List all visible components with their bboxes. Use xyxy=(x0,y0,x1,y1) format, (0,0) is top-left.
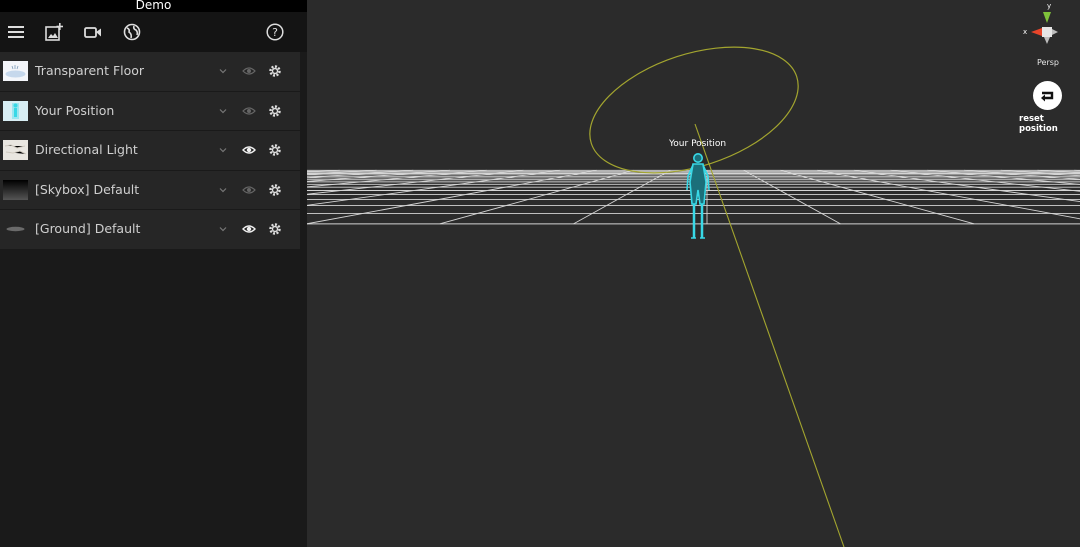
eye-icon[interactable] xyxy=(242,143,256,157)
orientation-gizmo[interactable]: y x xyxy=(1019,0,1069,56)
eye-icon[interactable] xyxy=(242,183,256,197)
gizmo-center-cube[interactable] xyxy=(1042,27,1052,37)
eye-icon[interactable] xyxy=(242,64,256,78)
gizmo-x-label: x xyxy=(1023,28,1027,36)
user-position-figure[interactable] xyxy=(686,153,710,239)
directional-light-thumbnail xyxy=(3,140,28,160)
layers-sidebar: Demo ? Transparent Floor Your Position D… xyxy=(0,0,307,547)
view-mode-label[interactable]: Persp xyxy=(1037,58,1059,67)
chevron-down-icon[interactable] xyxy=(216,64,230,78)
y-axis-cone[interactable] xyxy=(1043,12,1051,23)
globe-icon[interactable] xyxy=(123,23,141,41)
eye-icon[interactable] xyxy=(242,222,256,236)
layer-row-directional-light[interactable]: Directional Light xyxy=(0,131,300,170)
gear-icon[interactable] xyxy=(268,64,282,78)
your-position-thumbnail xyxy=(3,100,28,121)
gear-icon[interactable] xyxy=(268,222,282,236)
chevron-down-icon[interactable] xyxy=(216,183,230,197)
scene-canvas[interactable] xyxy=(307,0,1080,547)
video-camera-icon[interactable] xyxy=(84,23,102,41)
layer-label: Transparent Floor xyxy=(35,63,145,78)
position-marker-label: Your Position xyxy=(669,139,727,149)
svg-text:?: ? xyxy=(272,26,278,39)
chevron-down-icon[interactable] xyxy=(216,104,230,118)
window-title: Demo xyxy=(0,0,307,12)
layer-label: Your Position xyxy=(35,102,115,118)
layer-label: [Ground] Default xyxy=(35,221,141,236)
toolbar: ? xyxy=(0,12,307,52)
gear-icon[interactable] xyxy=(268,183,282,197)
ground-thumbnail xyxy=(3,219,28,239)
eye-icon[interactable] xyxy=(242,104,256,118)
menu-icon[interactable] xyxy=(7,23,25,41)
3d-viewport[interactable]: Your Position y x Persp reset position xyxy=(307,0,1080,547)
transparent-floor-thumbnail xyxy=(3,61,28,81)
gear-icon[interactable] xyxy=(268,143,282,157)
x-axis-cone[interactable] xyxy=(1031,28,1042,36)
layer-label: [Skybox] Default xyxy=(35,181,140,197)
gizmo-y-label: y xyxy=(1047,2,1051,10)
gear-icon[interactable] xyxy=(268,104,282,118)
layer-row-transparent-floor[interactable]: Transparent Floor xyxy=(0,52,300,91)
help-icon[interactable]: ? xyxy=(266,23,284,41)
chevron-down-icon[interactable] xyxy=(216,143,230,157)
layer-row-skybox-default[interactable]: [Skybox] Default xyxy=(0,170,300,209)
reset-position-button[interactable] xyxy=(1033,81,1062,110)
layer-row-ground-default[interactable]: [Ground] Default xyxy=(0,210,300,249)
add-image-icon[interactable] xyxy=(45,23,63,41)
reset-position-label: reset position xyxy=(1019,114,1058,134)
chevron-down-icon[interactable] xyxy=(216,222,230,236)
skybox-thumbnail xyxy=(3,179,28,200)
return-arrow-icon xyxy=(1041,91,1054,102)
layer-list: Transparent Floor Your Position Directio… xyxy=(0,52,300,250)
layer-row-your-position[interactable]: Your Position xyxy=(0,91,300,130)
layer-label: Directional Light xyxy=(35,142,138,157)
